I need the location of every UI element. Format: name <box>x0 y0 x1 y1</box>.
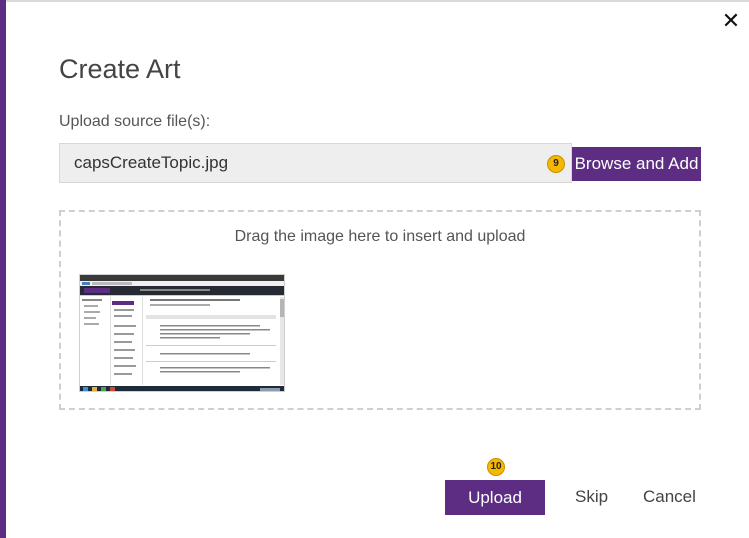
cancel-button[interactable]: Cancel <box>643 487 696 507</box>
dialog-title: Create Art <box>59 54 181 84</box>
dialog-top-border <box>6 0 749 2</box>
screenshot-thumbnail-icon <box>80 275 284 391</box>
drop-zone-hint: Drag the image here to insert and upload <box>234 228 526 245</box>
callout-badge-upload: 10 <box>487 458 505 476</box>
close-icon[interactable]: ✕ <box>718 8 744 34</box>
dialog-left-border <box>0 0 6 538</box>
image-drop-zone[interactable]: Drag the image here to insert and upload <box>59 210 701 410</box>
upload-source-label: Upload source file(s): <box>59 113 211 130</box>
source-file-input[interactable] <box>59 143 572 183</box>
upload-button[interactable]: Upload <box>445 480 545 515</box>
skip-button[interactable]: Skip <box>575 487 608 507</box>
callout-badge-browse: 9 <box>547 155 565 173</box>
uploaded-image-thumbnail <box>79 274 285 392</box>
browse-and-add-button[interactable]: Browse and Add <box>572 147 701 181</box>
